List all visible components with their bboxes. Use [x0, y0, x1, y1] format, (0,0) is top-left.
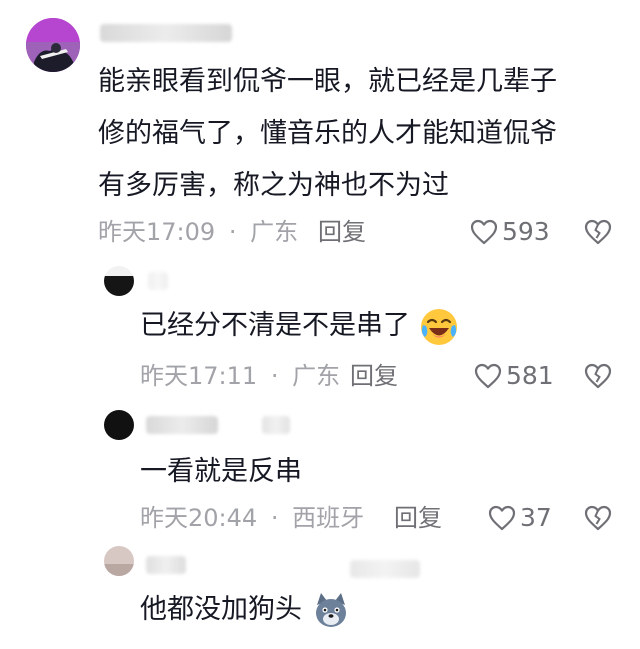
meta-separator: · [270, 362, 279, 390]
like-count: 581 [506, 361, 554, 390]
like-button[interactable]: 593 [470, 212, 550, 252]
username[interactable] [146, 556, 186, 574]
username-badge [350, 560, 420, 578]
broken-heart-icon [584, 505, 612, 531]
username[interactable] [100, 24, 232, 42]
broken-heart-icon [584, 219, 612, 245]
comment-location: 广东 [292, 362, 341, 390]
comment-location: 西班牙 [292, 504, 365, 532]
comment-time: 昨天20:44 [140, 504, 258, 532]
like-button[interactable]: 581 [474, 356, 554, 396]
dislike-button[interactable] [584, 219, 612, 245]
like-count: 37 [520, 503, 552, 532]
reply-text: 已经分不清是不是串了 [140, 300, 459, 352]
avatar-image [104, 266, 134, 296]
username[interactable] [146, 416, 218, 434]
meta-separator: · [228, 218, 237, 246]
reply-text: 一看就是反串 [140, 456, 302, 487]
avatar-image [104, 546, 134, 576]
comment-meta: 昨天17:11 · 广东 [140, 356, 340, 396]
reply-text-content: 已经分不清是不是串了 [140, 310, 410, 341]
reply-button[interactable]: 回复 [394, 498, 442, 538]
reply-text-content: 他都没加狗头 [140, 594, 302, 625]
avatar[interactable] [26, 18, 80, 72]
avatar-image [26, 18, 80, 72]
comment-time: 昨天17:11 [140, 362, 258, 390]
heart-outline-icon [470, 219, 498, 245]
reply-text: 他都没加狗头 [140, 584, 351, 636]
avatar[interactable] [104, 410, 134, 440]
comment-location: 广东 [250, 218, 299, 246]
comment-meta: 昨天17:09 · 广东 [98, 212, 298, 252]
comment-time: 昨天17:09 [98, 218, 216, 246]
like-button[interactable]: 37 [488, 498, 552, 538]
dog-head-emoji [311, 591, 351, 631]
comment-meta: 昨天20:44 · 西班牙 [140, 498, 364, 538]
dislike-button[interactable] [584, 505, 612, 531]
heart-outline-icon [474, 363, 502, 389]
reply-button[interactable]: 回复 [350, 356, 398, 396]
username[interactable] [148, 272, 168, 290]
comment-text-line: 有多厉害，称之为神也不为过 [98, 170, 449, 201]
avatar[interactable] [104, 266, 134, 296]
username-badge [262, 416, 290, 434]
broken-heart-icon [584, 363, 612, 389]
reply-button[interactable]: 回复 [318, 212, 366, 252]
heart-outline-icon [488, 505, 516, 531]
like-count: 593 [502, 217, 550, 246]
meta-separator: · [270, 504, 279, 532]
comment-text-line: 修的福气了，懂音乐的人才能知道侃爷 [98, 118, 557, 149]
laughing-crying-emoji [419, 307, 459, 347]
avatar-image [104, 410, 134, 440]
avatar[interactable] [104, 546, 134, 576]
dislike-button[interactable] [584, 363, 612, 389]
comment-text-line: 能亲眼看到侃爷一眼，就已经是几辈子 [98, 66, 557, 97]
